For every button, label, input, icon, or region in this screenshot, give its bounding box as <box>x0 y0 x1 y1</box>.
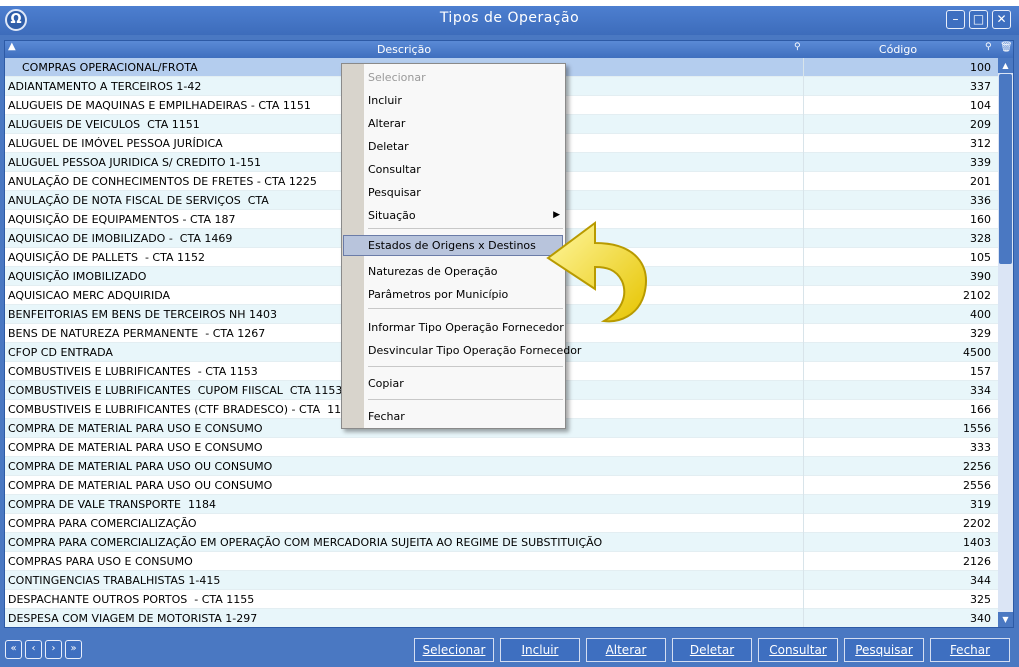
cell-description: COMPRAS PARA USO E CONSUMO <box>8 555 193 568</box>
column-header-description[interactable]: Descrição <box>5 43 803 56</box>
cell-code: 2102 <box>803 286 993 305</box>
cell-description: COMPRA PARA COMERCIALIZAÇÃO <box>8 517 197 530</box>
cell-description: COMPRA DE MATERIAL PARA USO OU CONSUMO <box>8 460 273 473</box>
cell-code: 2126 <box>803 552 993 571</box>
cell-code: 201 <box>803 172 993 191</box>
cell-code: 1556 <box>803 419 993 438</box>
previous-record-icon[interactable]: ‹ <box>25 640 42 659</box>
cell-code: 328 <box>803 229 993 248</box>
add-button[interactable]: Incluir <box>500 638 580 662</box>
table-row[interactable]: CONTINGENCIAS TRABALHISTAS 1-415 344 <box>5 571 998 590</box>
cell-code: 4500 <box>803 343 993 362</box>
menu-item[interactable]: Desvincular Tipo Operação Fornecedor <box>368 344 581 357</box>
scroll-up-icon[interactable]: ▲ <box>998 58 1013 73</box>
close-button[interactable]: ✕ <box>992 10 1011 29</box>
first-record-icon[interactable]: « <box>5 640 22 659</box>
cell-code: 334 <box>803 381 993 400</box>
menu-item[interactable]: Situação <box>368 209 416 222</box>
cell-code: 104 <box>803 96 993 115</box>
cell-code: 100 <box>803 58 993 77</box>
view-button[interactable]: Consultar <box>758 638 838 662</box>
cell-code: 166 <box>803 400 993 419</box>
cell-code: 160 <box>803 210 993 229</box>
cell-code: 329 <box>803 324 993 343</box>
grid-header: ▲ Descrição ⚲ Código ⚲ 🗑 <box>5 41 1013 58</box>
window-title: Tipos de Operação <box>439 10 580 26</box>
cell-code: 319 <box>803 495 993 514</box>
cell-code: 340 <box>803 609 993 627</box>
cell-description: COMPRA PARA COMERCIALIZAÇÃO EM OPERAÇÃO … <box>8 536 603 549</box>
menu-item[interactable]: Fechar <box>368 410 405 423</box>
menu-item[interactable]: Naturezas de Operação <box>368 265 497 278</box>
cell-code: 2556 <box>803 476 993 495</box>
menu-item[interactable]: Deletar <box>368 140 409 153</box>
search-button[interactable]: Pesquisar <box>844 638 924 662</box>
table-row[interactable]: COMPRA PARA COMERCIALIZAÇÃO 2202 <box>5 514 998 533</box>
table-row[interactable]: DESPACHANTE OUTROS PORTOS - CTA 1155 325 <box>5 590 998 609</box>
cell-code: 312 <box>803 134 993 153</box>
edit-button[interactable]: Alterar <box>586 638 666 662</box>
table-row[interactable]: COMPRA PARA COMERCIALIZAÇÃO EM OPERAÇÃO … <box>5 533 998 552</box>
scroll-thumb[interactable] <box>999 74 1012 264</box>
menu-item[interactable]: Copiar <box>368 377 404 390</box>
bottom-toolbar: « ‹ › » Selecionar Incluir Alterar Delet… <box>0 632 1019 667</box>
table-row[interactable]: COMPRA DE MATERIAL PARA USO OU CONSUMO 25… <box>5 476 998 495</box>
select-button[interactable]: Selecionar <box>414 638 494 662</box>
menu-item[interactable]: Alterar <box>368 117 405 130</box>
menu-separator <box>368 399 563 400</box>
cell-code: 344 <box>803 571 993 590</box>
cell-code: 2256 <box>803 457 993 476</box>
cell-description: CONTINGENCIAS TRABALHISTAS 1-415 <box>8 574 221 587</box>
column-header-code[interactable]: Código <box>803 43 993 56</box>
cell-code: 1403 <box>803 533 993 552</box>
cell-code: 336 <box>803 191 993 210</box>
title-bar: Ω Tipos de Operação – □ ✕ <box>0 6 1019 35</box>
menu-item[interactable]: Incluir <box>368 94 402 107</box>
menu-item[interactable]: Selecionar <box>368 71 426 84</box>
table-row[interactable]: DESPESA COM VIAGEM DE MOTORISTA 1-297 340 <box>5 609 998 627</box>
menu-item[interactable]: Consultar <box>368 163 421 176</box>
minimize-button[interactable]: – <box>946 10 965 29</box>
table-row[interactable]: COMPRA DE MATERIAL PARA USO OU CONSUMO 22… <box>5 457 998 476</box>
cell-code: 337 <box>803 77 993 96</box>
delete-button[interactable]: Deletar <box>672 638 752 662</box>
close-window-button[interactable]: Fechar <box>930 638 1010 662</box>
scroll-down-icon[interactable]: ▼ <box>998 612 1013 627</box>
filter-icon[interactable]: ⚲ <box>985 42 992 52</box>
cell-code: 333 <box>803 438 993 457</box>
cell-code: 390 <box>803 267 993 286</box>
menu-item[interactable]: Parâmetros por Município <box>368 288 508 301</box>
cell-description: COMPRA DE VALE TRANSPORTE 1184 <box>8 498 216 511</box>
cell-code: 339 <box>803 153 993 172</box>
last-record-icon[interactable]: » <box>65 640 82 659</box>
trash-icon[interactable]: 🗑 <box>1000 42 1013 53</box>
vertical-scrollbar[interactable]: ▲ ▼ <box>998 58 1013 627</box>
table-row[interactable]: COMPRAS PARA USO E CONSUMO 2126 <box>5 552 998 571</box>
cell-code: 157 <box>803 362 993 381</box>
cell-description: COMPRA DE MATERIAL PARA USO E CONSUMO <box>8 441 263 454</box>
cell-description: COMPRA DE MATERIAL PARA USO OU CONSUMO <box>8 479 273 492</box>
table-row[interactable]: COMPRA DE VALE TRANSPORTE 1184 319 <box>5 495 998 514</box>
cell-code: 325 <box>803 590 993 609</box>
cell-code: 209 <box>803 115 993 134</box>
pointer-arrow-icon <box>546 221 647 323</box>
cell-code: 2202 <box>803 514 993 533</box>
cell-description: DESPESA COM VIAGEM DE MOTORISTA 1-297 <box>8 612 258 625</box>
table-row[interactable]: COMPRA DE MATERIAL PARA USO E CONSUMO 333 <box>5 438 998 457</box>
menu-separator <box>368 366 563 367</box>
cell-description: DESPACHANTE OUTROS PORTOS - CTA 1155 <box>8 593 255 606</box>
menu-item[interactable]: Pesquisar <box>368 186 421 199</box>
next-record-icon[interactable]: › <box>45 640 62 659</box>
cell-code: 105 <box>803 248 993 267</box>
filter-icon[interactable]: ⚲ <box>794 42 801 52</box>
cell-code: 400 <box>803 305 993 324</box>
maximize-button[interactable]: □ <box>969 10 988 29</box>
